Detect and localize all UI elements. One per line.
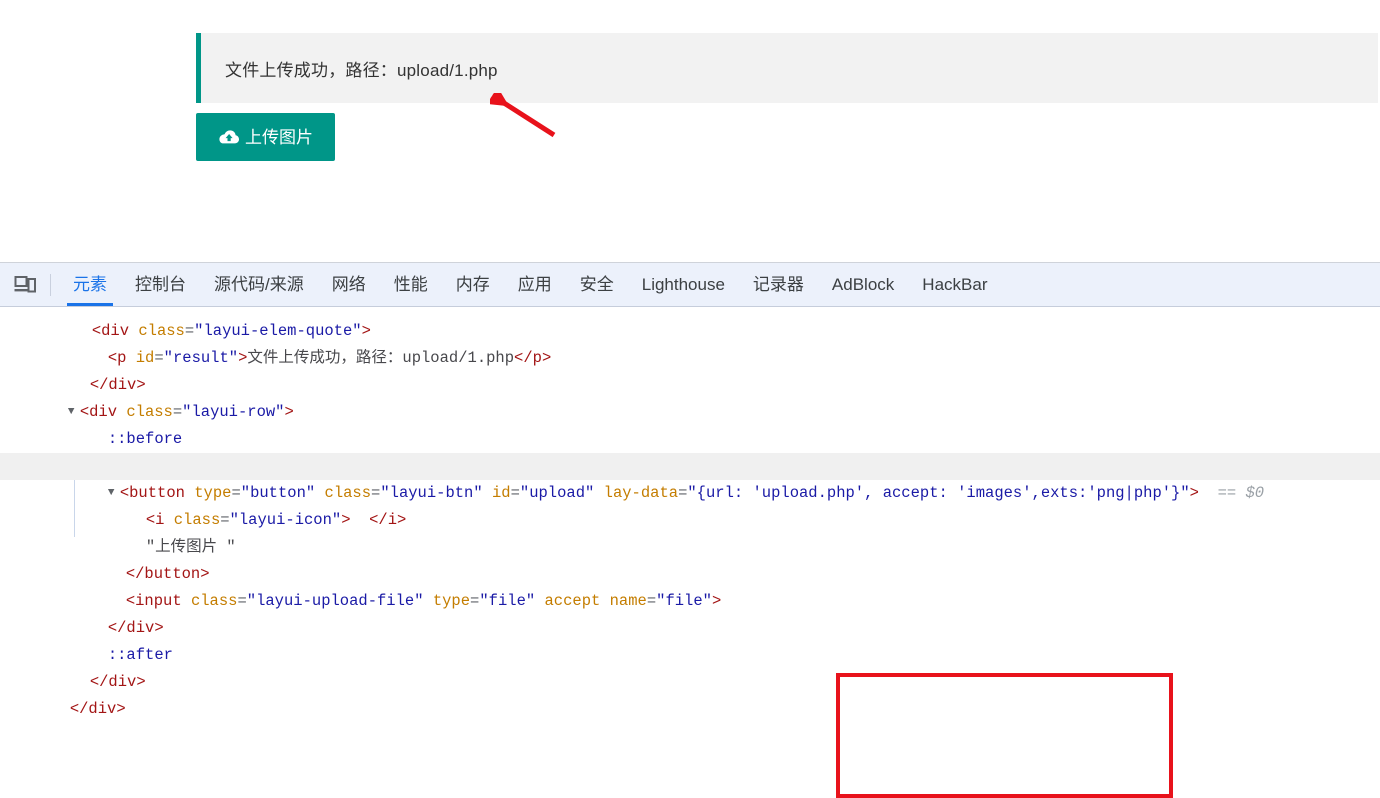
- tab-console[interactable]: 控制台: [121, 263, 200, 306]
- dom-tree-view[interactable]: <div class="layui-elem-quote"> <p id="re…: [0, 307, 1380, 717]
- dom-row[interactable]: ▼<div class="layui-row">: [0, 372, 1380, 399]
- tab-performance[interactable]: 性能: [380, 263, 442, 306]
- tab-label: 网络: [332, 275, 366, 294]
- tab-sources[interactable]: 源代码/来源: [200, 263, 318, 306]
- tab-label: AdBlock: [832, 275, 894, 294]
- tab-label: HackBar: [922, 275, 987, 294]
- tab-label: 性能: [394, 275, 428, 294]
- devtools-tab-bar: 元素 控制台 源代码/来源 网络 性能 内存 应用 安全 Lighthouse …: [0, 263, 1380, 307]
- tab-hackbar[interactable]: HackBar: [908, 263, 1001, 306]
- dom-row[interactable]: </div>: [0, 669, 1380, 696]
- dom-row[interactable]: <i class="layui-icon"> </i>: [0, 480, 1380, 507]
- dom-row[interactable]: <p id="result">文件上传成功，路径：upload/1.php</p…: [0, 318, 1380, 345]
- tab-label: 记录器: [753, 275, 804, 294]
- dom-row[interactable]: <input class="layui-upload-file" type="f…: [0, 561, 1380, 588]
- tab-network[interactable]: 网络: [318, 263, 380, 306]
- web-page-area: 文件上传成功，路径：upload/1.php 上传图片: [0, 0, 1380, 262]
- tab-label: 源代码/来源: [214, 275, 304, 294]
- tab-label: 内存: [456, 275, 490, 294]
- dom-row[interactable]: ::before: [0, 399, 1380, 426]
- tab-label: 安全: [580, 275, 614, 294]
- tab-lighthouse[interactable]: Lighthouse: [628, 263, 739, 306]
- devtools-panel: 元素 控制台 源代码/来源 网络 性能 内存 应用 安全 Lighthouse …: [0, 262, 1380, 718]
- tab-label: Lighthouse: [642, 275, 725, 294]
- cloud-upload-icon: [218, 128, 240, 146]
- tab-label: 控制台: [135, 275, 186, 294]
- upload-result-message: 文件上传成功，路径：upload/1.php: [201, 56, 498, 81]
- dom-row[interactable]: "上传图片 ": [0, 507, 1380, 534]
- tab-memory[interactable]: 内存: [442, 263, 504, 306]
- upload-image-button[interactable]: 上传图片: [196, 113, 335, 161]
- dom-row[interactable]: ▼<div class="layui-row" style="height: 4…: [0, 696, 1380, 717]
- tab-adblock[interactable]: AdBlock: [818, 263, 908, 306]
- upload-button-label: 上传图片: [245, 129, 313, 146]
- tabbar-divider: [50, 274, 51, 296]
- upload-result-quote-block: 文件上传成功，路径：upload/1.php: [196, 33, 1378, 103]
- dom-row[interactable]: </div>: [0, 642, 1380, 669]
- dom-row[interactable]: ▼<div class="layui-col-md12">: [0, 426, 1380, 453]
- tab-elements[interactable]: 元素: [59, 263, 121, 306]
- tab-label: 应用: [518, 275, 552, 294]
- dom-row[interactable]: </div>: [0, 345, 1380, 372]
- device-toolbar-icon[interactable]: [8, 270, 42, 300]
- dom-row[interactable]: ::after: [0, 615, 1380, 642]
- dom-row[interactable]: </div>: [0, 588, 1380, 615]
- dom-row[interactable]: <div class="layui-elem-quote">: [0, 307, 1380, 318]
- tab-recorder[interactable]: 记录器: [739, 263, 818, 306]
- tab-label: 元素: [73, 275, 107, 294]
- dom-row-selected[interactable]: ▼<button type="button" class="layui-btn"…: [0, 453, 1380, 480]
- dom-row[interactable]: </button>: [0, 534, 1380, 561]
- tab-security[interactable]: 安全: [566, 263, 628, 306]
- tab-application[interactable]: 应用: [504, 263, 566, 306]
